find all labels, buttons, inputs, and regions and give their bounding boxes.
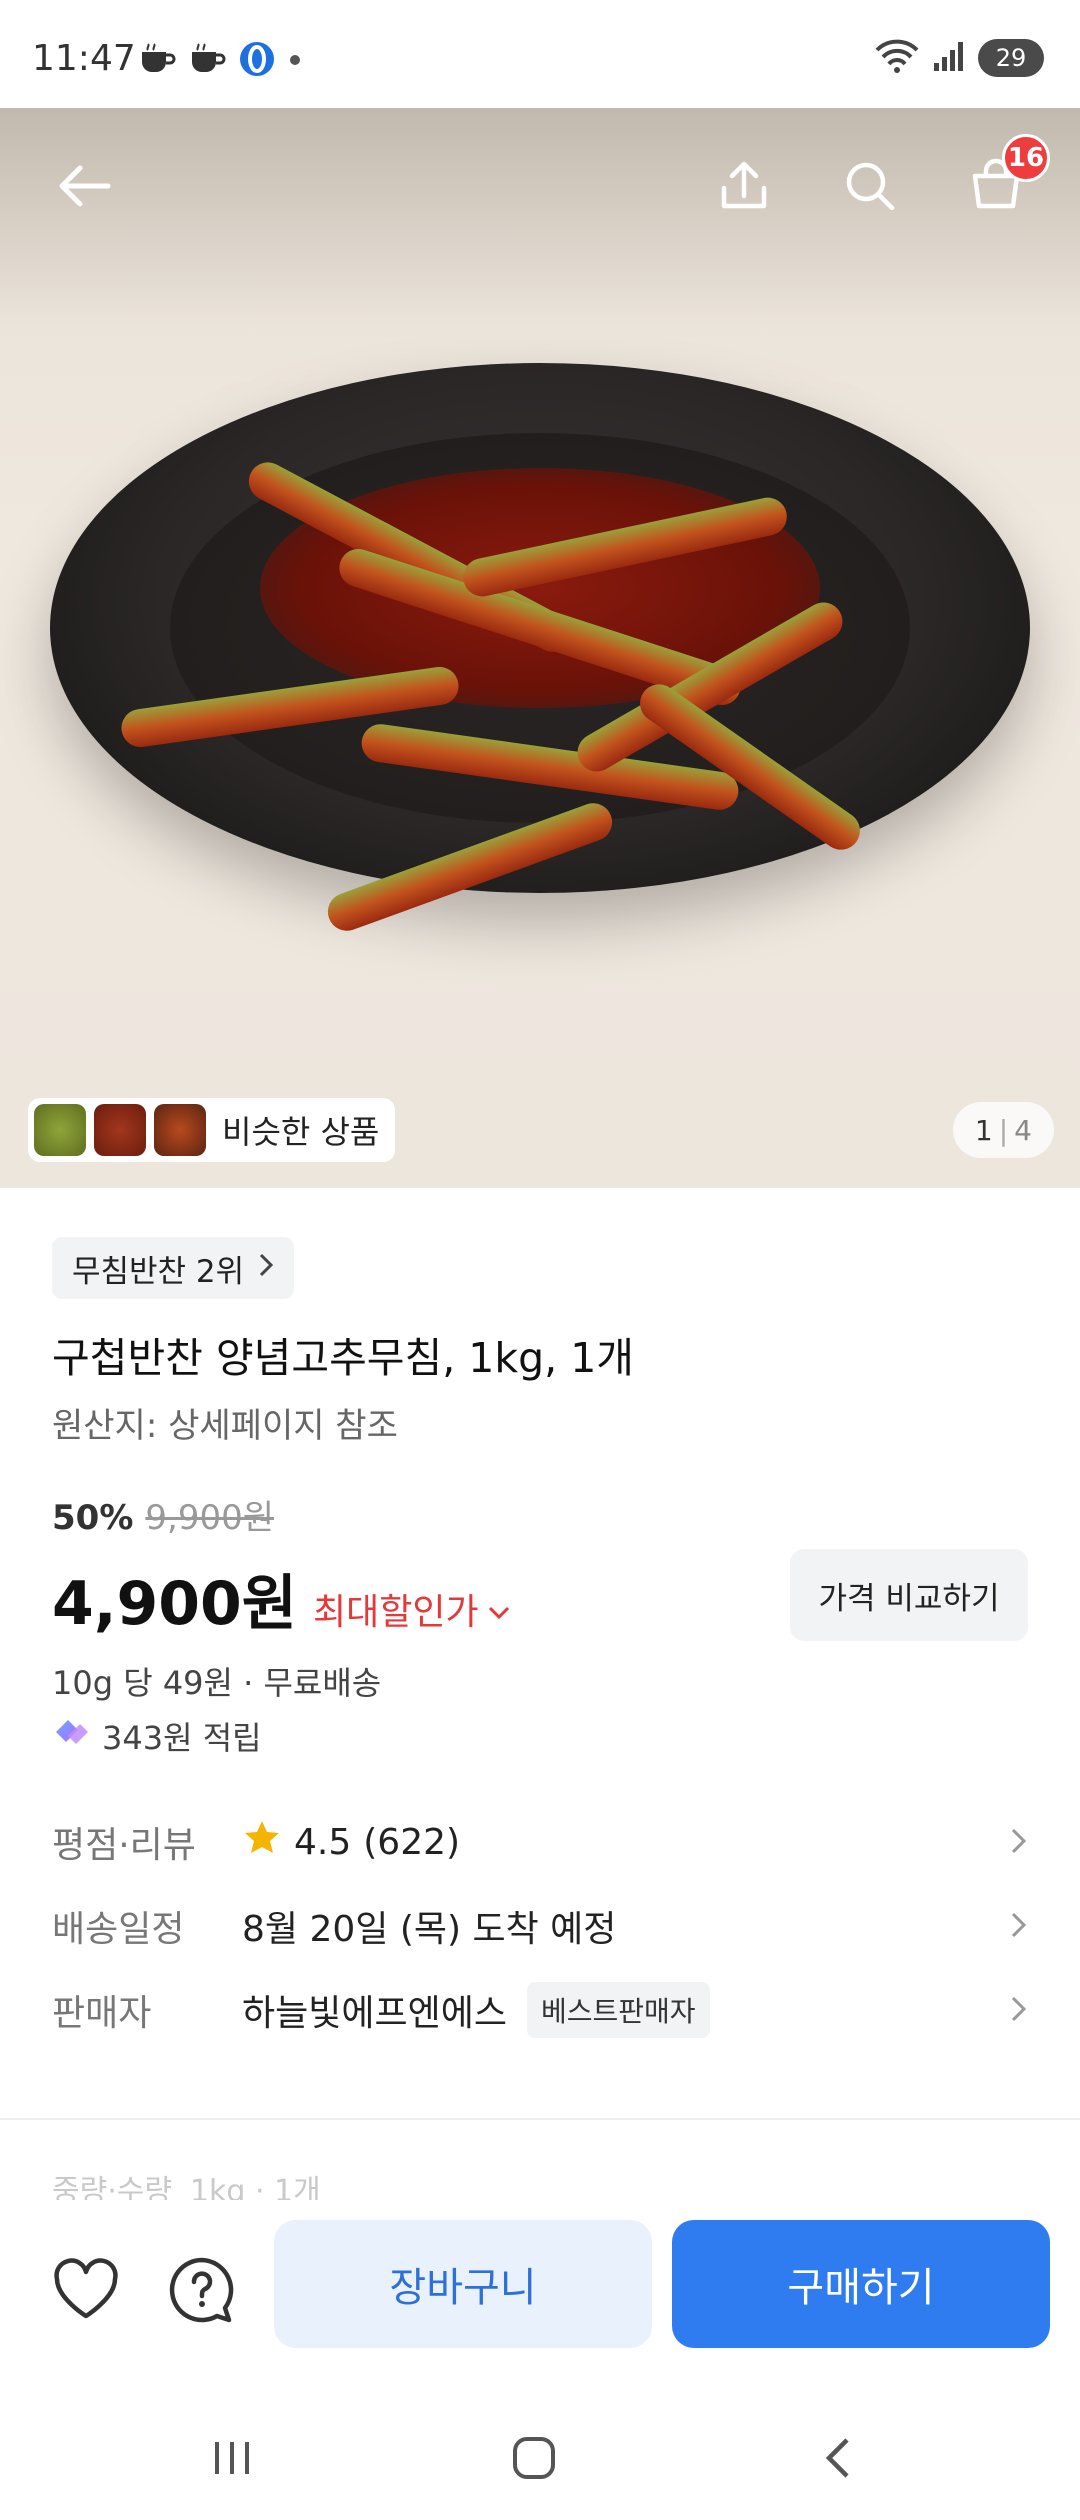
image-page-indicator: 1 | 4 bbox=[952, 1102, 1054, 1158]
similar-products-chip[interactable]: 비슷한 상품 bbox=[28, 1098, 396, 1162]
coffee-icon bbox=[138, 42, 176, 80]
inquiry-button[interactable] bbox=[162, 2252, 242, 2332]
chevron-right-icon bbox=[258, 1250, 274, 1286]
home-button[interactable] bbox=[484, 2420, 584, 2500]
sale-price: 4,900원 bbox=[52, 1569, 297, 1639]
search-button[interactable] bbox=[830, 148, 910, 228]
status-time: 11:47 bbox=[32, 38, 136, 79]
points-row: 343원 적립 bbox=[52, 1713, 262, 1759]
seller-row-label: 판매자 bbox=[52, 1993, 152, 2034]
review-row-label: 평점·리뷰 bbox=[52, 1825, 196, 1866]
delivery-row-label: 배송일정 bbox=[52, 1909, 185, 1950]
heart-icon bbox=[51, 2258, 121, 2326]
home-icon bbox=[510, 2434, 558, 2486]
chevron-right-icon bbox=[1010, 1908, 1028, 1951]
wishlist-button[interactable] bbox=[46, 2252, 126, 2332]
best-seller-badge: 베스트판매자 bbox=[526, 1982, 710, 2038]
coffee-icon bbox=[188, 42, 226, 80]
max-discount-toggle[interactable]: 최대할인가 bbox=[313, 1583, 511, 1635]
points-label: 343원 적립 bbox=[102, 1719, 262, 1757]
search-icon bbox=[842, 158, 898, 218]
back-button[interactable] bbox=[44, 148, 124, 228]
price-compare-button[interactable]: 가격 비교하기 bbox=[790, 1549, 1028, 1641]
unit-price-shipping: 10g 당 49원 · 무료배송 bbox=[52, 1664, 382, 1702]
product-origin: 원산지: 상세페이지 참조 bbox=[52, 1406, 398, 1446]
recent-apps-button[interactable] bbox=[182, 2420, 282, 2500]
discount-rate: 50% bbox=[52, 1498, 134, 1538]
similar-thumb-3 bbox=[154, 1104, 206, 1156]
battery-icon: 29 bbox=[978, 39, 1044, 77]
rating-value: 4.5 bbox=[294, 1821, 352, 1863]
review-row[interactable]: 평점·리뷰 4.5 (622) bbox=[52, 1812, 1028, 1872]
status-bar: 11:47 29 bbox=[0, 0, 1080, 108]
buy-now-button[interactable]: 구매하기 bbox=[672, 2220, 1050, 2348]
product-title: 구첩반찬 양념고추무침, 1kg, 1개 bbox=[52, 1334, 635, 1382]
chevron-right-icon bbox=[1010, 1824, 1028, 1867]
category-rank-label: 무침반찬 2위 bbox=[72, 1253, 245, 1290]
cart-count-badge: 16 bbox=[1002, 134, 1050, 182]
cart-button[interactable]: 16 bbox=[956, 134, 1050, 228]
points-icon bbox=[52, 1716, 92, 1756]
section-divider bbox=[0, 2118, 1080, 2120]
question-chat-icon bbox=[167, 2255, 237, 2329]
original-price: 9,900원 bbox=[145, 1498, 275, 1538]
share-icon bbox=[716, 158, 772, 218]
discount-row: 50% 9,900원 bbox=[52, 1490, 274, 1539]
similar-thumb-2 bbox=[94, 1104, 146, 1156]
wifi-icon bbox=[874, 38, 920, 78]
back-arrow-icon bbox=[56, 162, 112, 214]
category-rank-chip[interactable]: 무침반찬 2위 bbox=[52, 1237, 295, 1299]
signal-icon bbox=[932, 39, 966, 77]
status-icons-left bbox=[138, 40, 302, 82]
add-to-cart-button[interactable]: 장바구니 bbox=[274, 2220, 652, 2348]
app-icon bbox=[238, 40, 276, 82]
back-chevron-icon bbox=[821, 2434, 855, 2486]
chevron-right-icon bbox=[1010, 1992, 1028, 2035]
similar-products-label: 비슷한 상품 bbox=[222, 1113, 380, 1151]
seller-row[interactable]: 판매자 하늘빛에프엔에스 베스트판매자 bbox=[52, 1980, 1028, 2040]
chevron-down-icon bbox=[487, 1589, 511, 1630]
star-icon bbox=[242, 1818, 282, 1867]
seller-name: 하늘빛에프엔에스 bbox=[242, 1993, 507, 2034]
review-count: (622) bbox=[363, 1821, 461, 1863]
back-nav-button[interactable] bbox=[788, 2420, 888, 2500]
share-button[interactable] bbox=[704, 148, 784, 228]
system-nav-bar bbox=[0, 2400, 1080, 2520]
dot-icon bbox=[288, 52, 302, 71]
price-row: 4,900원 최대할인가 bbox=[52, 1555, 511, 1642]
product-image[interactable]: 16 비슷한 상품 1 | 4 bbox=[0, 108, 1080, 1188]
status-icons-right: 29 bbox=[874, 38, 1044, 78]
recent-apps-icon bbox=[209, 2438, 255, 2482]
delivery-row[interactable]: 배송일정 8월 20일 (목) 도착 예정 bbox=[52, 1896, 1028, 1956]
similar-thumb-1 bbox=[34, 1104, 86, 1156]
delivery-date: 8월 20일 (목) 도착 예정 bbox=[242, 1909, 617, 1950]
